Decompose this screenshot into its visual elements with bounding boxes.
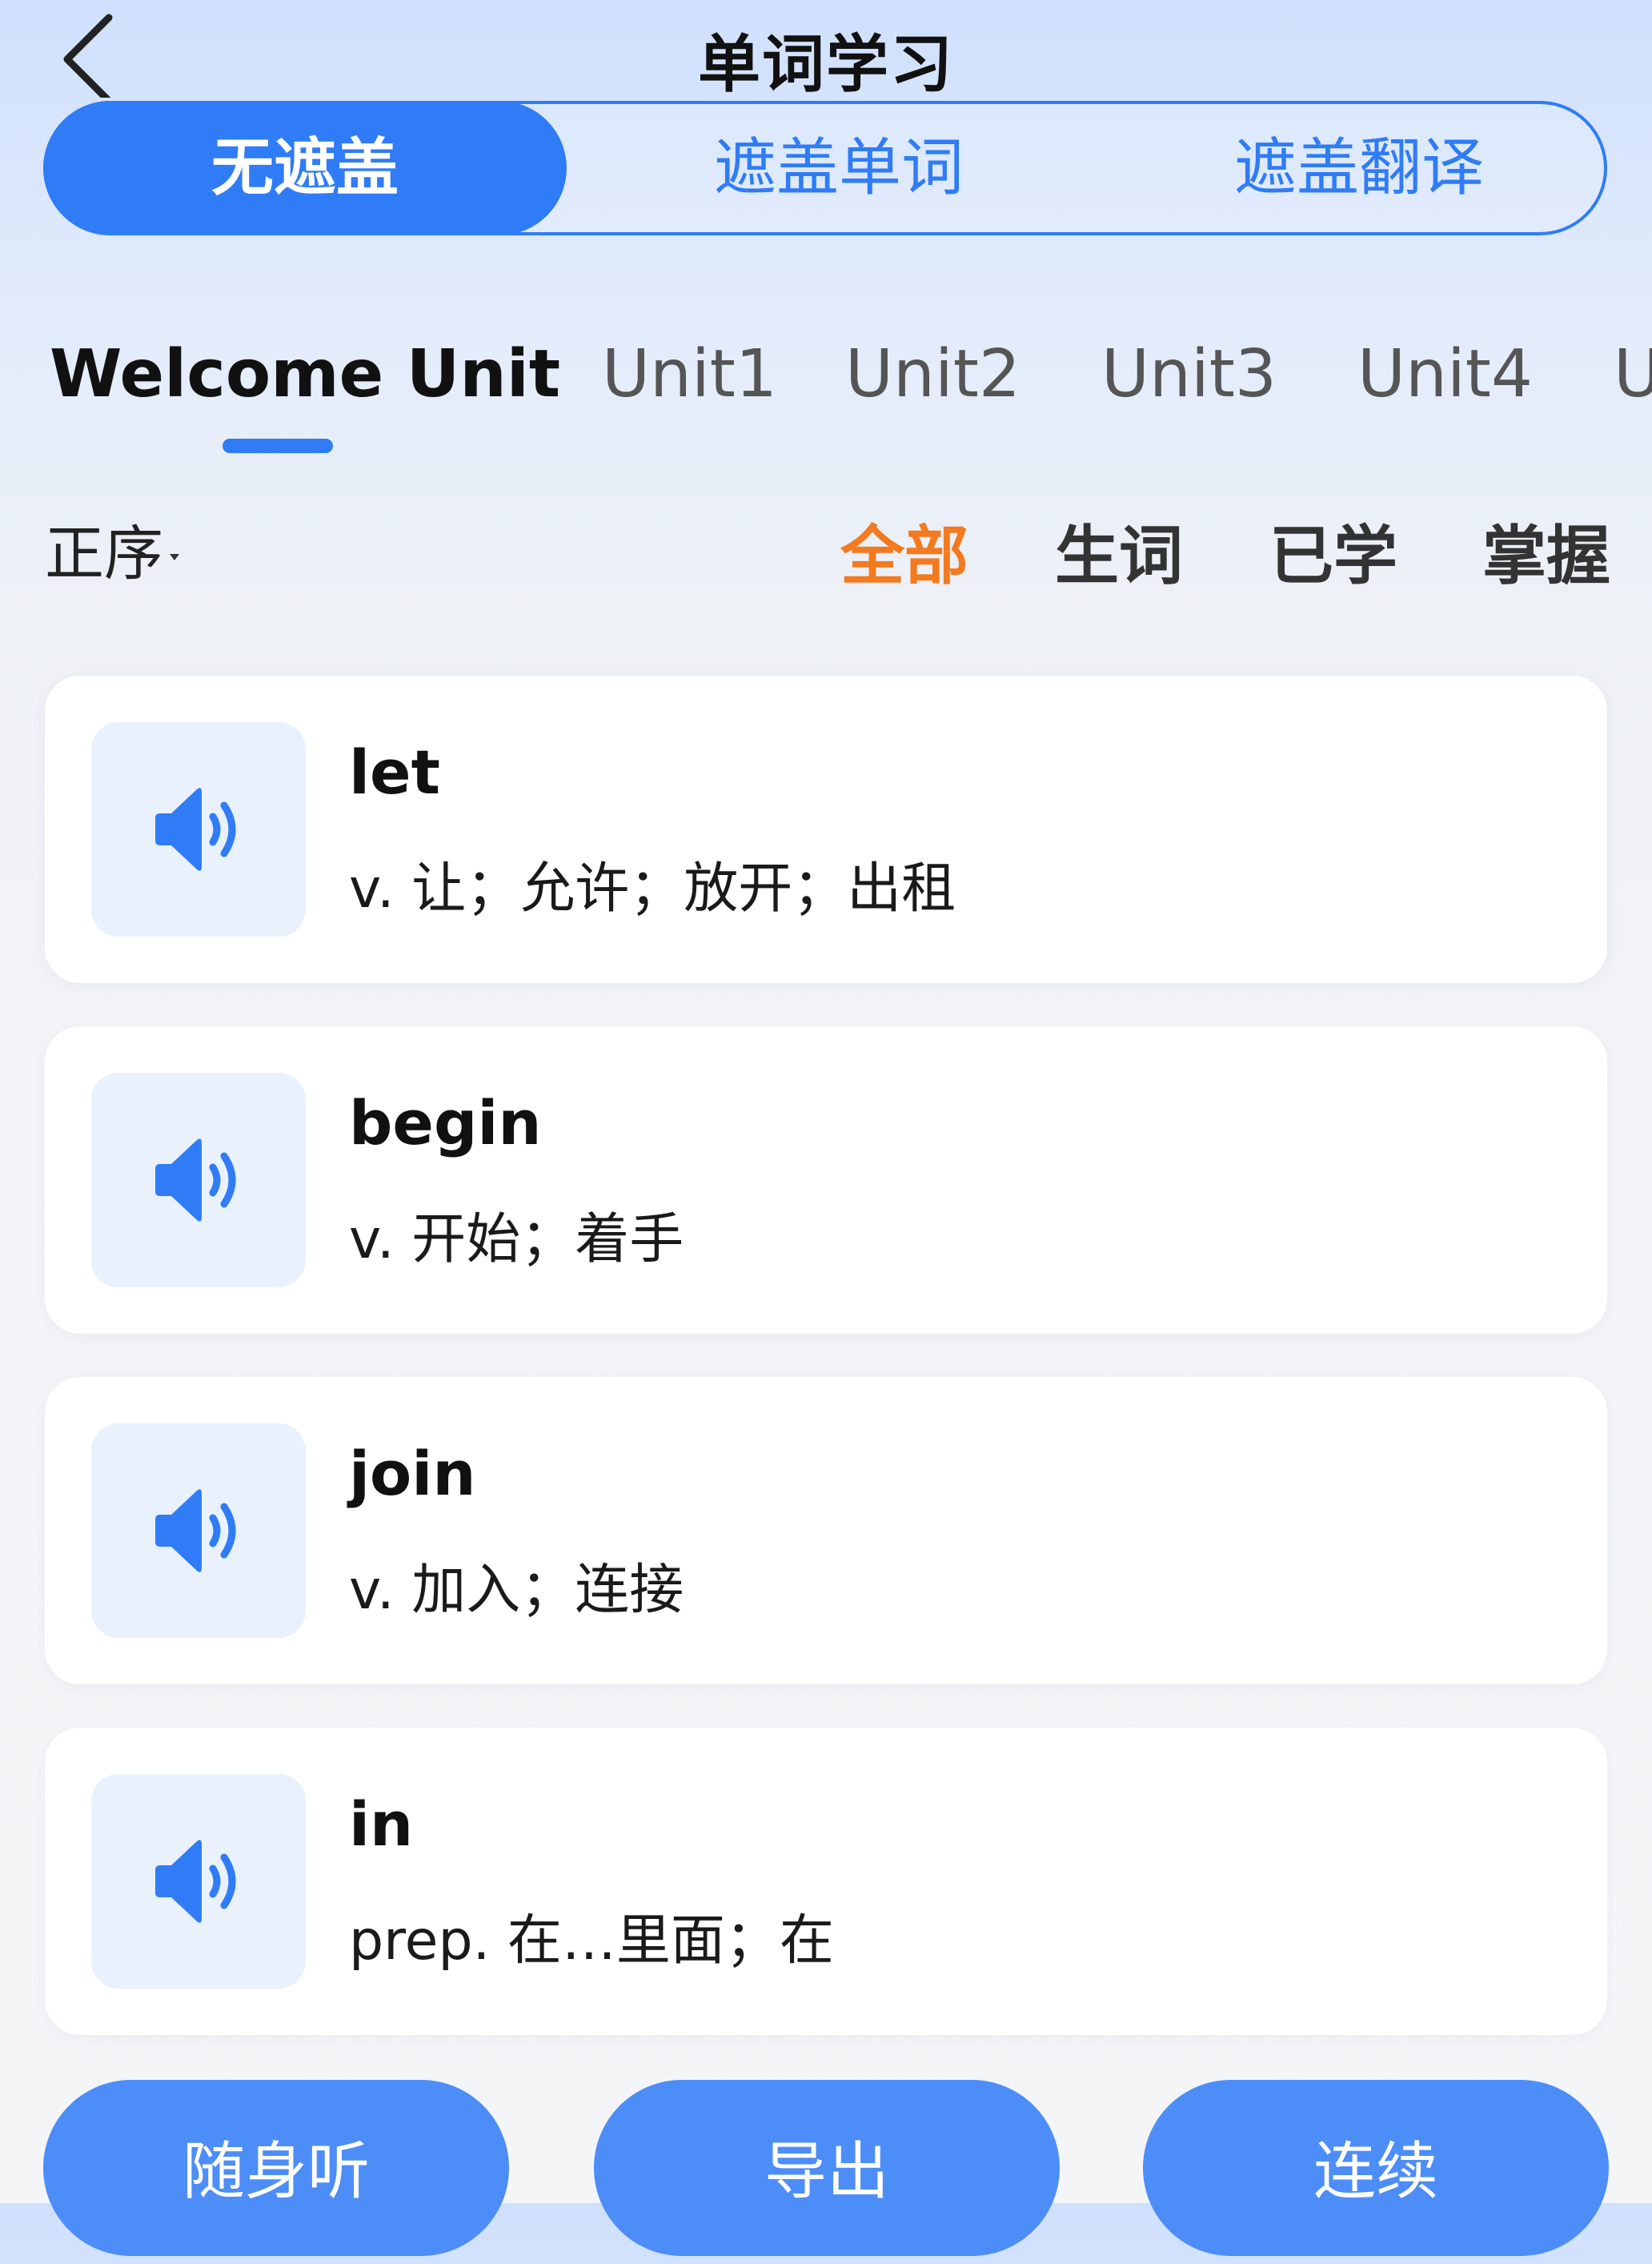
word-text: let [349, 737, 440, 808]
word-meaning: v. 开始；着手 [349, 1208, 684, 1271]
word-text: begin [349, 1087, 542, 1158]
unit-tab-unit5[interactable]: Unit5 [1614, 336, 1652, 412]
play-sound-button[interactable] [91, 1073, 306, 1287]
cover-mode-switch: 无遮盖 遮盖单词 遮盖翻译 [43, 101, 1607, 235]
filter-tab-learned[interactable]: 已学 [1269, 504, 1397, 597]
caret-down-icon [170, 554, 179, 561]
unit-tab-unit3[interactable]: Unit3 [1101, 336, 1277, 412]
unit-tab-unit4[interactable]: Unit4 [1357, 336, 1533, 412]
unit-tab-indicator [223, 439, 333, 453]
unit-tab-welcome[interactable]: Welcome Unit [50, 336, 560, 412]
export-button[interactable]: 导出 [594, 2080, 1060, 2256]
play-sound-button[interactable] [91, 722, 306, 937]
word-meaning: v. 加入；连接 [349, 1559, 684, 1622]
mode-tab-no-cover[interactable]: 无遮盖 [43, 101, 567, 235]
continuous-button[interactable]: 连续 [1143, 2080, 1609, 2256]
filter-tab-all[interactable]: 全部 [840, 504, 968, 597]
play-sound-button[interactable] [91, 1774, 306, 1989]
speaker-icon [155, 1138, 236, 1222]
speaker-icon [155, 1489, 236, 1572]
word-card[interactable]: in prep. 在…里面；在 [45, 1728, 1607, 2035]
speaker-icon [155, 1840, 236, 1923]
word-card[interactable]: let v. 让；允许；放开；出租 [45, 676, 1607, 983]
word-card[interactable]: join v. 加入；连接 [45, 1377, 1607, 1684]
filter-tab-mastered[interactable]: 掌握 [1482, 504, 1610, 597]
word-meaning: prep. 在…里面；在 [349, 1909, 834, 1973]
mode-tab-cover-translation[interactable]: 遮盖翻译 [1111, 101, 1607, 235]
filter-tab-new-words[interactable]: 生词 [1055, 504, 1183, 597]
unit-tabs[interactable]: Welcome Unit Unit1 Unit2 Unit3 Unit4 Uni… [0, 320, 1652, 472]
mode-tab-cover-word[interactable]: 遮盖单词 [591, 101, 1087, 235]
play-sound-button[interactable] [91, 1423, 306, 1638]
page-title: 单词学习 [697, 29, 954, 101]
speaker-icon [155, 788, 236, 871]
word-text: join [349, 1438, 476, 1509]
word-text: in [349, 1788, 414, 1860]
word-meaning: v. 让；允许；放开；出租 [349, 857, 956, 921]
unit-tab-unit1[interactable]: Unit1 [602, 336, 777, 412]
sort-order-label: 正序 [45, 520, 163, 588]
word-card[interactable]: begin v. 开始；着手 [45, 1026, 1607, 1334]
unit-tab-unit2[interactable]: Unit2 [845, 336, 1020, 412]
sort-order-dropdown[interactable]: 正序 [45, 506, 179, 592]
listen-button[interactable]: 随身听 [43, 2080, 509, 2256]
